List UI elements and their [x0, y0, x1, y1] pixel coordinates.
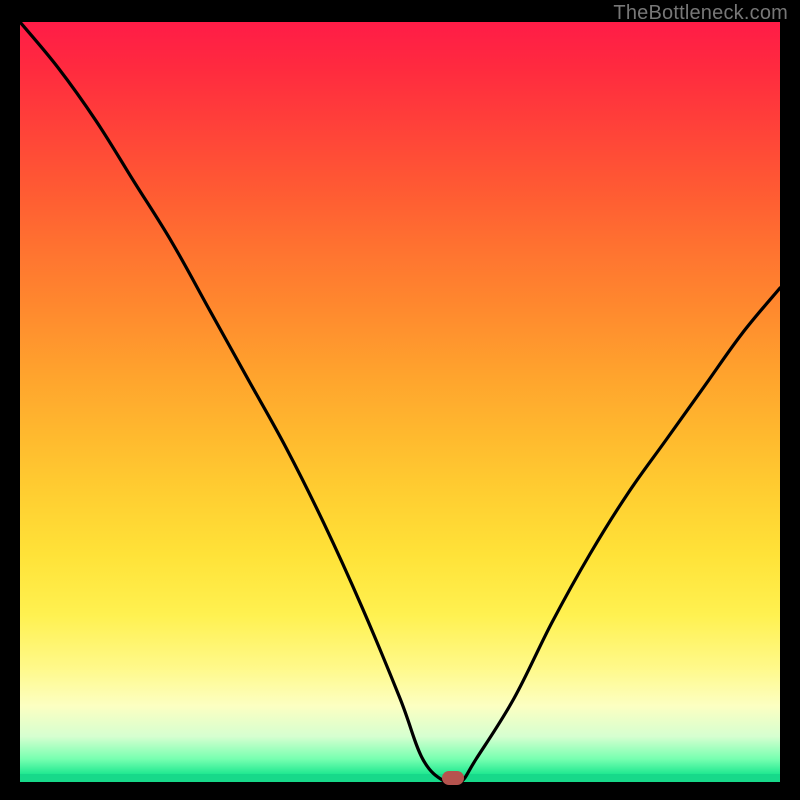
watermark-text: TheBottleneck.com	[613, 2, 788, 25]
minimum-marker	[442, 771, 464, 785]
bottleneck-curve	[20, 22, 780, 782]
chart-stage: TheBottleneck.com	[0, 0, 800, 800]
